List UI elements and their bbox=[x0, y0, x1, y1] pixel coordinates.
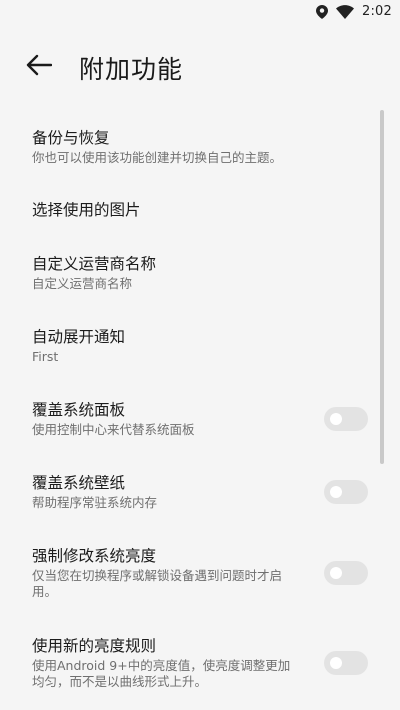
list-item-auto-expand-notifications[interactable]: 自动展开通知 First bbox=[0, 321, 380, 371]
item-title: 使用新的亮度规则 bbox=[32, 637, 157, 655]
item-title: 自定义运营商名称 bbox=[32, 255, 157, 273]
item-title: 覆盖系统壁纸 bbox=[32, 474, 126, 492]
toolbar: 附加功能 bbox=[0, 40, 400, 94]
screen: 2:02 附加功能 备份与恢复 你也可以使用该功能创建并切换自己的主题。 选择使… bbox=[0, 0, 400, 710]
item-summary: First bbox=[32, 349, 59, 364]
item-title: 覆盖系统面板 bbox=[32, 401, 126, 419]
toggle-force-brightness[interactable] bbox=[324, 561, 368, 585]
item-summary: 自定义运营商名称 bbox=[32, 276, 133, 291]
item-title: 强制修改系统亮度 bbox=[32, 547, 157, 565]
list-item-backup-restore[interactable]: 备份与恢复 你也可以使用该功能创建并切换自己的主题。 bbox=[0, 122, 380, 172]
toggle-knob bbox=[330, 567, 342, 579]
item-summary: 你也可以使用该功能创建并切换自己的主题。 bbox=[32, 150, 283, 165]
back-button[interactable] bbox=[22, 52, 56, 82]
status-bar: 2:02 bbox=[0, 0, 400, 26]
list-item-override-wallpaper[interactable]: 覆盖系统壁纸 帮助程序常驻系统内存 bbox=[0, 467, 380, 517]
page-title: 附加功能 bbox=[79, 55, 184, 84]
toggle-knob bbox=[330, 486, 342, 498]
list-item-new-brightness-rule[interactable]: 使用新的亮度规则 使用Android 9+中的亮度值，使亮度调整更加均匀，而不是… bbox=[0, 630, 380, 700]
item-title: 选择使用的图片 bbox=[32, 201, 141, 219]
list-item-override-system-panel[interactable]: 覆盖系统面板 使用控制中心来代替系统面板 bbox=[0, 394, 380, 444]
list-item-carrier-name[interactable]: 自定义运营商名称 自定义运营商名称 bbox=[0, 248, 380, 298]
status-time: 2:02 bbox=[362, 4, 392, 19]
toggle-knob bbox=[330, 413, 342, 425]
wifi-icon bbox=[336, 4, 354, 19]
item-summary: 使用Android 9+中的亮度值，使亮度调整更加均匀，而不是以曲线形式上升。 bbox=[32, 658, 291, 689]
item-summary: 仅当您在切换程序或解锁设备遇到问题时才启用。 bbox=[32, 568, 283, 599]
toggle-override-wallpaper[interactable] bbox=[324, 480, 368, 504]
item-summary: 帮助程序常驻系统内存 bbox=[32, 495, 158, 510]
scrollbar[interactable] bbox=[380, 110, 384, 464]
toggle-new-brightness-rule[interactable] bbox=[324, 651, 368, 675]
status-icons: 2:02 bbox=[316, 4, 392, 19]
toggle-override-system-panel[interactable] bbox=[324, 407, 368, 431]
item-title: 备份与恢复 bbox=[32, 129, 110, 147]
list-item-force-brightness[interactable]: 强制修改系统亮度 仅当您在切换程序或解锁设备遇到问题时才启用。 bbox=[0, 540, 380, 610]
location-icon bbox=[316, 4, 328, 19]
item-title: 自动展开通知 bbox=[32, 328, 126, 346]
toggle-knob bbox=[330, 657, 342, 669]
arrow-left-icon bbox=[26, 54, 53, 80]
item-summary: 使用控制中心来代替系统面板 bbox=[32, 422, 195, 437]
list-item-select-image[interactable]: 选择使用的图片 bbox=[0, 192, 380, 228]
